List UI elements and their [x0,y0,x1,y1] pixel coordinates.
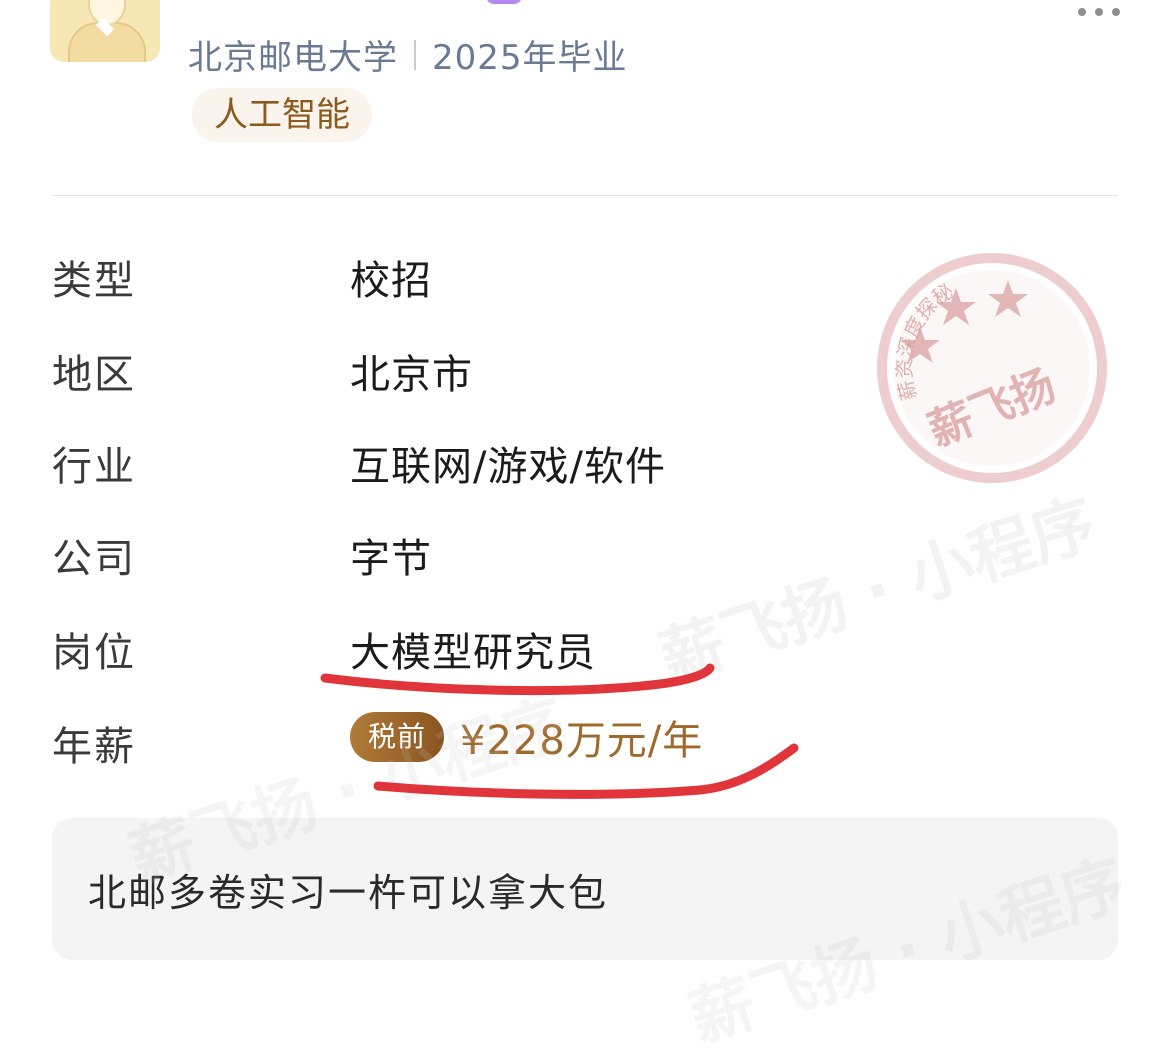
separator [414,39,416,70]
row-value: 字节 [350,536,432,582]
more-options-icon[interactable] [1078,8,1120,16]
detail-row-company: 公司 字节 [0,520,1170,582]
school-name: 北京邮电大学 [188,38,398,78]
detail-row-region: 地区 北京市 [0,336,1170,398]
pretax-badge: 税前 [350,712,445,762]
vip-badge [486,0,522,4]
row-label: 行业 [52,444,136,490]
salary-amount: ¥228万元/年 [460,718,704,764]
detail-row-type: 类型 校招 [0,242,1170,304]
row-value: 互联网/游戏/软件 [350,444,666,490]
graduation-year: 2025年毕业 [432,38,628,78]
detail-row-salary: 年薪 税前 ¥228万元/年 [0,708,1170,770]
row-value: 校招 [350,258,432,304]
avatar[interactable] [50,0,160,62]
row-value: 北京市 [350,352,473,398]
salary-value-group: 税前 ¥228万元/年 [350,708,703,766]
detail-row-position: 岗位 大模型研究员 [0,614,1170,676]
school-info: 北京邮电大学 2025年毕业 [188,30,628,79]
detail-row-industry: 行业 互联网/游戏/软件 [0,428,1170,490]
divider [52,195,1118,196]
comment-box[interactable]: 北邮多卷实习一杵可以拿大包 [52,818,1118,960]
row-label: 年薪 [52,724,136,770]
major-tag: 人工智能 [192,88,372,142]
row-label: 公司 [52,536,136,582]
row-label: 类型 [52,258,136,304]
row-value: 大模型研究员 [350,630,596,676]
comment-text: 北邮多卷实习一杵可以拿大包 [88,871,609,915]
row-label: 地区 [52,352,136,398]
row-label: 岗位 [52,630,136,676]
